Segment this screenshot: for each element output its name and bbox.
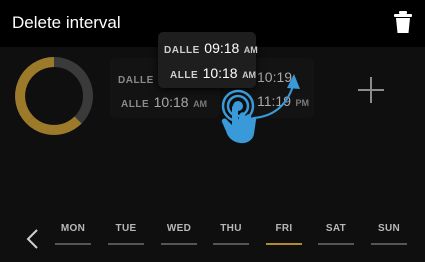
- tap-hand-icon: [221, 74, 300, 144]
- popup-from-label: DALLE: [164, 45, 200, 56]
- day-label: SUN: [377, 223, 400, 234]
- day-underline: [108, 243, 144, 245]
- day-label: THU: [220, 223, 242, 234]
- day-underline: [371, 243, 407, 245]
- day-tab-tue[interactable]: TUE: [108, 223, 144, 253]
- day-tab-mon[interactable]: MON: [55, 223, 91, 253]
- interval1-from-label: DALLE: [118, 75, 154, 86]
- day-label: FRI: [275, 223, 293, 234]
- day-selector: MON TUE WED THU FRI SAT SUN: [0, 214, 425, 262]
- popup-from-time: 09:18: [204, 40, 240, 56]
- page-title: Delete interval: [12, 13, 121, 32]
- popup-to-label: ALLE: [170, 70, 199, 81]
- day-label: WED: [166, 223, 192, 234]
- popup-from-row: DALLE 09:18 AM: [164, 40, 258, 58]
- day-underline: [318, 243, 354, 245]
- day-tab-wed[interactable]: WED: [161, 223, 197, 253]
- plus-icon[interactable]: [358, 77, 384, 103]
- ring-segment: [15, 57, 55, 124]
- day-underline: [213, 243, 249, 245]
- day-tab-sun[interactable]: SUN: [371, 223, 407, 253]
- day-underline: [55, 243, 91, 245]
- chevron-left-icon[interactable]: [25, 228, 41, 250]
- interval1-to-row: ALLE 10:18 AM: [121, 94, 207, 112]
- popup-from-period: AM: [243, 45, 258, 55]
- day-ring-chart: [15, 57, 93, 135]
- day-tab-sat[interactable]: SAT: [318, 223, 354, 253]
- day-underline: [161, 243, 197, 245]
- interval1-to-period: AM: [193, 99, 208, 109]
- ring-segment: [26, 116, 82, 135]
- interval1-to-label: ALLE: [121, 99, 150, 110]
- day-label: TUE: [115, 223, 137, 234]
- interval1-to-time: 10:18: [153, 94, 189, 110]
- screen: Delete interval DALLE 0 ALLE 10:18 AM 10…: [0, 0, 425, 262]
- day-label: SAT: [325, 223, 347, 234]
- day-tab-fri[interactable]: FRI: [266, 223, 302, 253]
- day-label: MON: [60, 223, 86, 234]
- day-tab-thu[interactable]: THU: [213, 223, 249, 253]
- trash-icon[interactable]: [394, 11, 412, 33]
- day-underline-active: [266, 243, 302, 245]
